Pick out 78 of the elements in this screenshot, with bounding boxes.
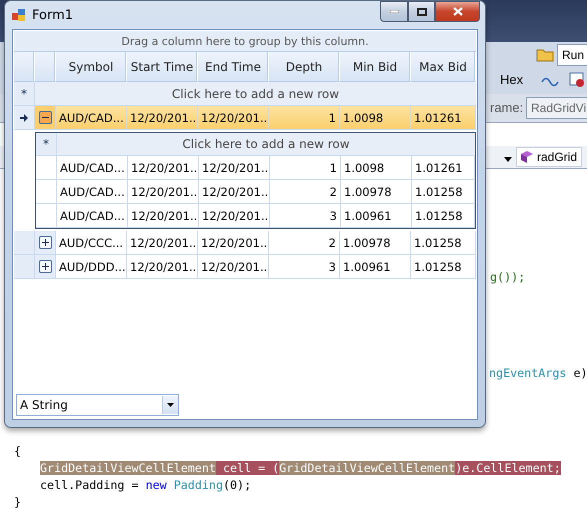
column-header[interactable]: Max Bid bbox=[411, 52, 476, 82]
table-cell: 12/20/201... bbox=[128, 156, 199, 180]
table-cell: 12/20/201... bbox=[199, 156, 270, 180]
code-line: cell.Padding = new Padding(0); bbox=[40, 477, 252, 494]
table-cell: 1.0098 bbox=[341, 156, 412, 180]
table-cell: 12/20/201... bbox=[198, 255, 269, 279]
code-line: } bbox=[14, 494, 22, 511]
table-cell: 1.01258 bbox=[412, 204, 475, 228]
table-cell: AUD/CAD... bbox=[57, 156, 128, 180]
member-icon bbox=[520, 150, 534, 164]
table-cell: 2 bbox=[270, 180, 341, 204]
table-cell: 1 bbox=[269, 106, 340, 130]
table-cell: AUD/CAD... bbox=[57, 180, 128, 204]
table-cell: 12/20/201... bbox=[128, 180, 199, 204]
code-line: ngEventArgs e) bbox=[489, 365, 587, 382]
maximize-button[interactable] bbox=[408, 1, 435, 22]
table-cell: 12/20/201... bbox=[127, 255, 198, 279]
minimize-icon bbox=[390, 10, 398, 13]
collapse-button[interactable] bbox=[38, 111, 52, 124]
column-header[interactable]: Min Bid bbox=[340, 52, 411, 82]
table-cell: 1.00961 bbox=[341, 204, 412, 228]
table-cell: 1.01258 bbox=[411, 255, 476, 279]
plus-icon bbox=[42, 263, 48, 270]
table-cell: 12/20/201... bbox=[198, 231, 269, 255]
close-icon bbox=[452, 7, 462, 16]
table-cell: 3 bbox=[270, 204, 341, 228]
hex-button[interactable]: Hex bbox=[500, 72, 524, 87]
run-field[interactable]: Run bbox=[557, 44, 587, 66]
table-cell: 1.00961 bbox=[340, 255, 411, 279]
table-cell: 12/20/201... bbox=[199, 204, 270, 228]
column-header[interactable]: Symbol bbox=[56, 52, 127, 82]
table-cell: 1 bbox=[270, 156, 341, 180]
table-cell: 12/20/201... bbox=[199, 180, 270, 204]
frame-field[interactable]: RadGridVi bbox=[526, 97, 587, 119]
window-title: Form1 bbox=[32, 8, 74, 22]
table-cell: 12/20/201... bbox=[198, 106, 269, 130]
table-cell: 1.01258 bbox=[411, 231, 476, 255]
frame-label: rame: bbox=[490, 100, 524, 115]
column-header[interactable]: End Time bbox=[198, 52, 269, 82]
new-row-marker: * bbox=[14, 82, 35, 106]
table-cell: 1.01258 bbox=[412, 180, 475, 204]
close-button[interactable] bbox=[435, 1, 480, 22]
table-cell: AUD/DDD... bbox=[56, 255, 127, 279]
code-line: GridDetailViewCellElement cell = (GridDetailViewCellElement)e.CellElement; bbox=[40, 460, 561, 477]
table-cell: AUD/CCC... bbox=[56, 231, 127, 255]
plus-icon bbox=[42, 239, 48, 246]
app-icon bbox=[12, 8, 26, 22]
column-header[interactable]: Depth bbox=[269, 52, 340, 82]
minimize-button[interactable] bbox=[380, 1, 408, 22]
code-line: { bbox=[14, 443, 22, 460]
table-cell: 1.00978 bbox=[340, 231, 411, 255]
new-row-prompt[interactable]: Click here to add a new row bbox=[57, 133, 475, 156]
dropdown-arrow-icon[interactable] bbox=[167, 403, 174, 407]
string-combobox[interactable]: A String bbox=[16, 394, 179, 416]
table-cell: 1.0098 bbox=[340, 106, 411, 130]
minus-icon bbox=[42, 114, 48, 121]
table-cell: 12/20/201... bbox=[127, 106, 198, 130]
table-cell: 1.00978 bbox=[341, 180, 412, 204]
new-row-prompt[interactable]: Click here to add a new row bbox=[35, 82, 476, 106]
table-cell: 1.01261 bbox=[412, 156, 475, 180]
table-cell: 3 bbox=[269, 255, 340, 279]
header-corner bbox=[35, 52, 56, 82]
member-dropdown[interactable]: radGrid bbox=[516, 147, 582, 167]
code-line: g()); bbox=[490, 269, 526, 286]
breakpoint-icon[interactable] bbox=[569, 72, 585, 88]
dropdown-arrow-icon[interactable] bbox=[504, 157, 512, 162]
group-panel[interactable]: Drag a column here to group by this column. bbox=[14, 31, 476, 52]
expand-button[interactable] bbox=[38, 236, 52, 249]
table-cell: AUD/CAD... bbox=[56, 106, 127, 130]
expand-button[interactable] bbox=[38, 260, 52, 273]
table-cell: 2 bbox=[269, 231, 340, 255]
maximize-icon bbox=[416, 8, 426, 16]
table-cell: AUD/CAD... bbox=[57, 204, 128, 228]
table-cell: 12/20/201... bbox=[127, 231, 198, 255]
table-cell: 1.01261 bbox=[411, 106, 476, 130]
table-cell: 12/20/201... bbox=[128, 204, 199, 228]
new-row-marker: * bbox=[36, 133, 57, 156]
column-header[interactable]: Start Time bbox=[127, 52, 198, 82]
